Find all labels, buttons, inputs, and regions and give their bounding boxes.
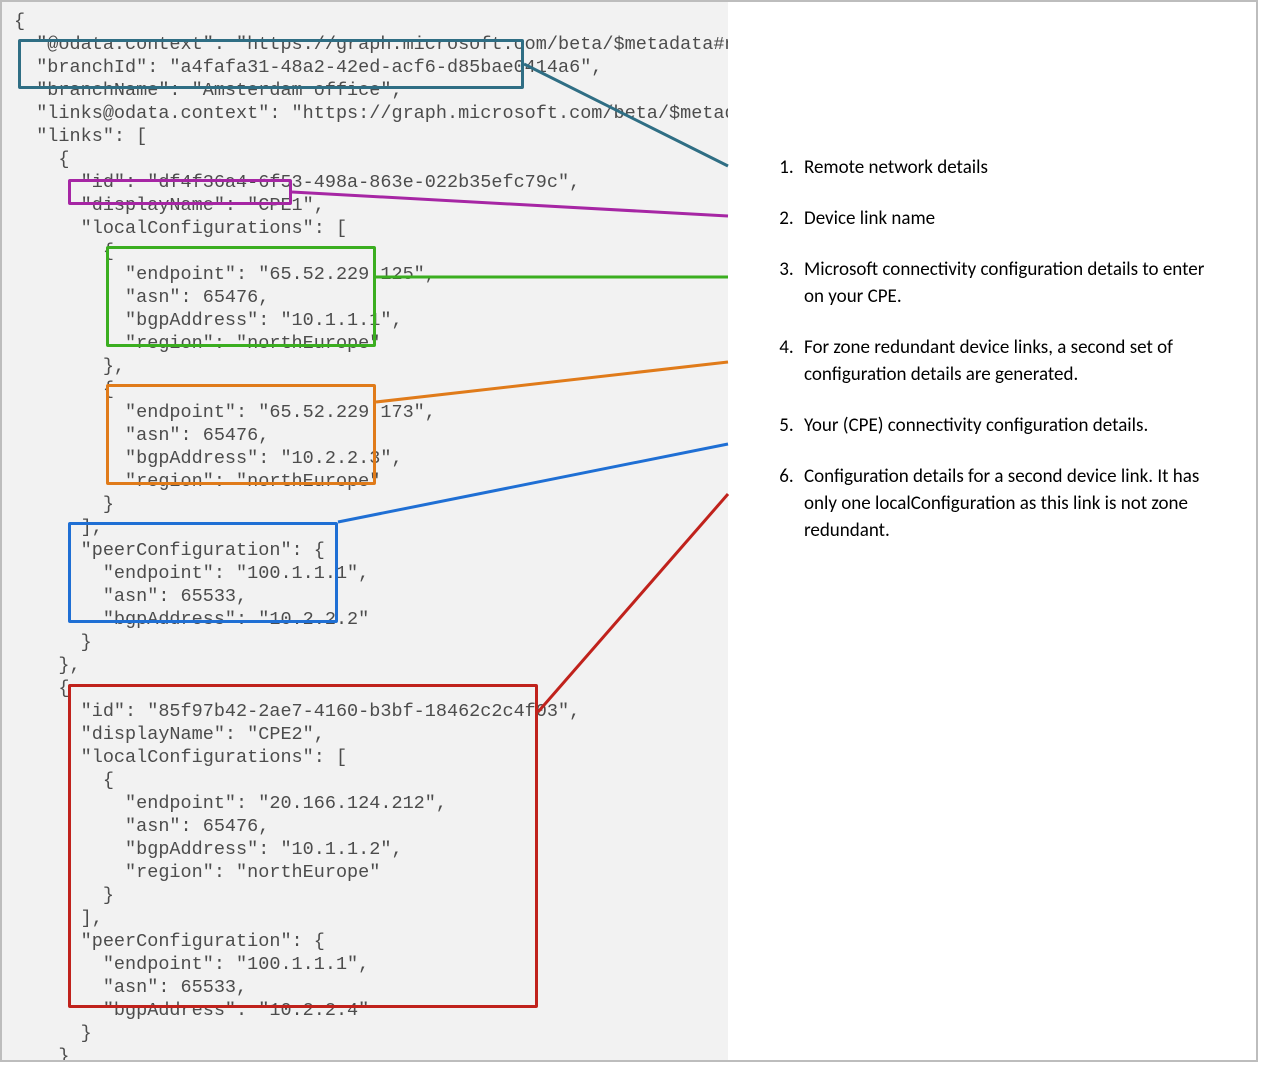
code-line: "displayName": "CPE1",	[14, 195, 325, 216]
code-line: "peerConfiguration": {	[14, 931, 325, 952]
code-line: }	[14, 1023, 92, 1044]
code-line: "bgpAddress": "10.1.1.1",	[14, 310, 403, 331]
code-line: "displayName": "CPE2",	[14, 724, 325, 745]
code-line: }	[14, 632, 92, 653]
legend-item-2: Device link name	[798, 205, 1228, 232]
legend-item-5: Your (CPE) connectivity configuration de…	[798, 412, 1228, 439]
code-line: ],	[14, 517, 103, 538]
code-line: "region": "northEurope"	[14, 333, 380, 354]
code-line: "bgpAddress": "10.2.2.4"	[14, 1000, 369, 1021]
code-line: "links": [	[14, 126, 147, 147]
legend-item-4: For zone redundant device links, a secon…	[798, 334, 1228, 388]
code-line: "id": "85f97b42-2ae7-4160-b3bf-18462c2c4…	[14, 701, 580, 722]
code-line: "links@odata.context": "https://graph.mi…	[14, 103, 728, 124]
code-line: "bgpAddress": "10.2.2.2"	[14, 609, 369, 630]
legend-item-1: Remote network details	[798, 154, 1228, 181]
code-line: "endpoint": "65.52.229.173",	[14, 402, 436, 423]
code-line: {	[14, 11, 25, 32]
code-line: "id": "df4f36a4-6f53-498a-863e-022b35efc…	[14, 172, 580, 193]
code-line: },	[14, 655, 81, 676]
code-line: "asn": 65476,	[14, 425, 269, 446]
code-line: "asn": 65476,	[14, 287, 269, 308]
legend-item-3: Microsoft connectivity configuration det…	[798, 256, 1228, 310]
code-line: {	[14, 241, 114, 262]
code-line: {	[14, 678, 70, 699]
legend-item-6: Configuration details for a second devic…	[798, 463, 1228, 544]
code-line: {	[14, 379, 114, 400]
code-line: "region": "northEurope"	[14, 862, 380, 883]
legend-pane: Remote network details Device link name …	[728, 2, 1258, 544]
code-line: "asn": 65533,	[14, 977, 247, 998]
code-line: },	[14, 356, 125, 377]
diagram-frame: { "@odata.context": "https://graph.micro…	[0, 0, 1258, 1062]
code-line: "endpoint": "20.166.124.212",	[14, 793, 447, 814]
code-line: "bgpAddress": "10.1.1.2",	[14, 839, 403, 860]
code-line: "branchName": "Amsterdam office",	[14, 80, 403, 101]
code-line: "branchId": "a4fafa31-48a2-42ed-acf6-d85…	[14, 57, 602, 78]
code-pane: { "@odata.context": "https://graph.micro…	[2, 2, 728, 1060]
code-line: "localConfigurations": [	[14, 218, 347, 239]
code-line: }	[14, 494, 114, 515]
code-line: ],	[14, 908, 103, 929]
code-line: "bgpAddress": "10.2.2.3",	[14, 448, 403, 469]
code-line: "localConfigurations": [	[14, 747, 347, 768]
code-line: "region": "northEurope"	[14, 471, 380, 492]
code-line: "endpoint": "65.52.229.125",	[14, 264, 436, 285]
code-line: {	[14, 770, 114, 791]
code-line: "peerConfiguration": {	[14, 540, 325, 561]
code-line: "@odata.context": "https://graph.microso…	[14, 34, 728, 55]
code-line: {	[14, 149, 70, 170]
code-line: "asn": 65533,	[14, 586, 247, 607]
code-line: "endpoint": "100.1.1.1",	[14, 563, 369, 584]
legend-list: Remote network details Device link name …	[728, 2, 1258, 544]
code-line: }	[14, 885, 114, 906]
json-code: { "@odata.context": "https://graph.micro…	[2, 2, 728, 1060]
code-line: "endpoint": "100.1.1.1",	[14, 954, 369, 975]
code-line: "asn": 65476,	[14, 816, 269, 837]
code-line: }	[14, 1046, 70, 1060]
